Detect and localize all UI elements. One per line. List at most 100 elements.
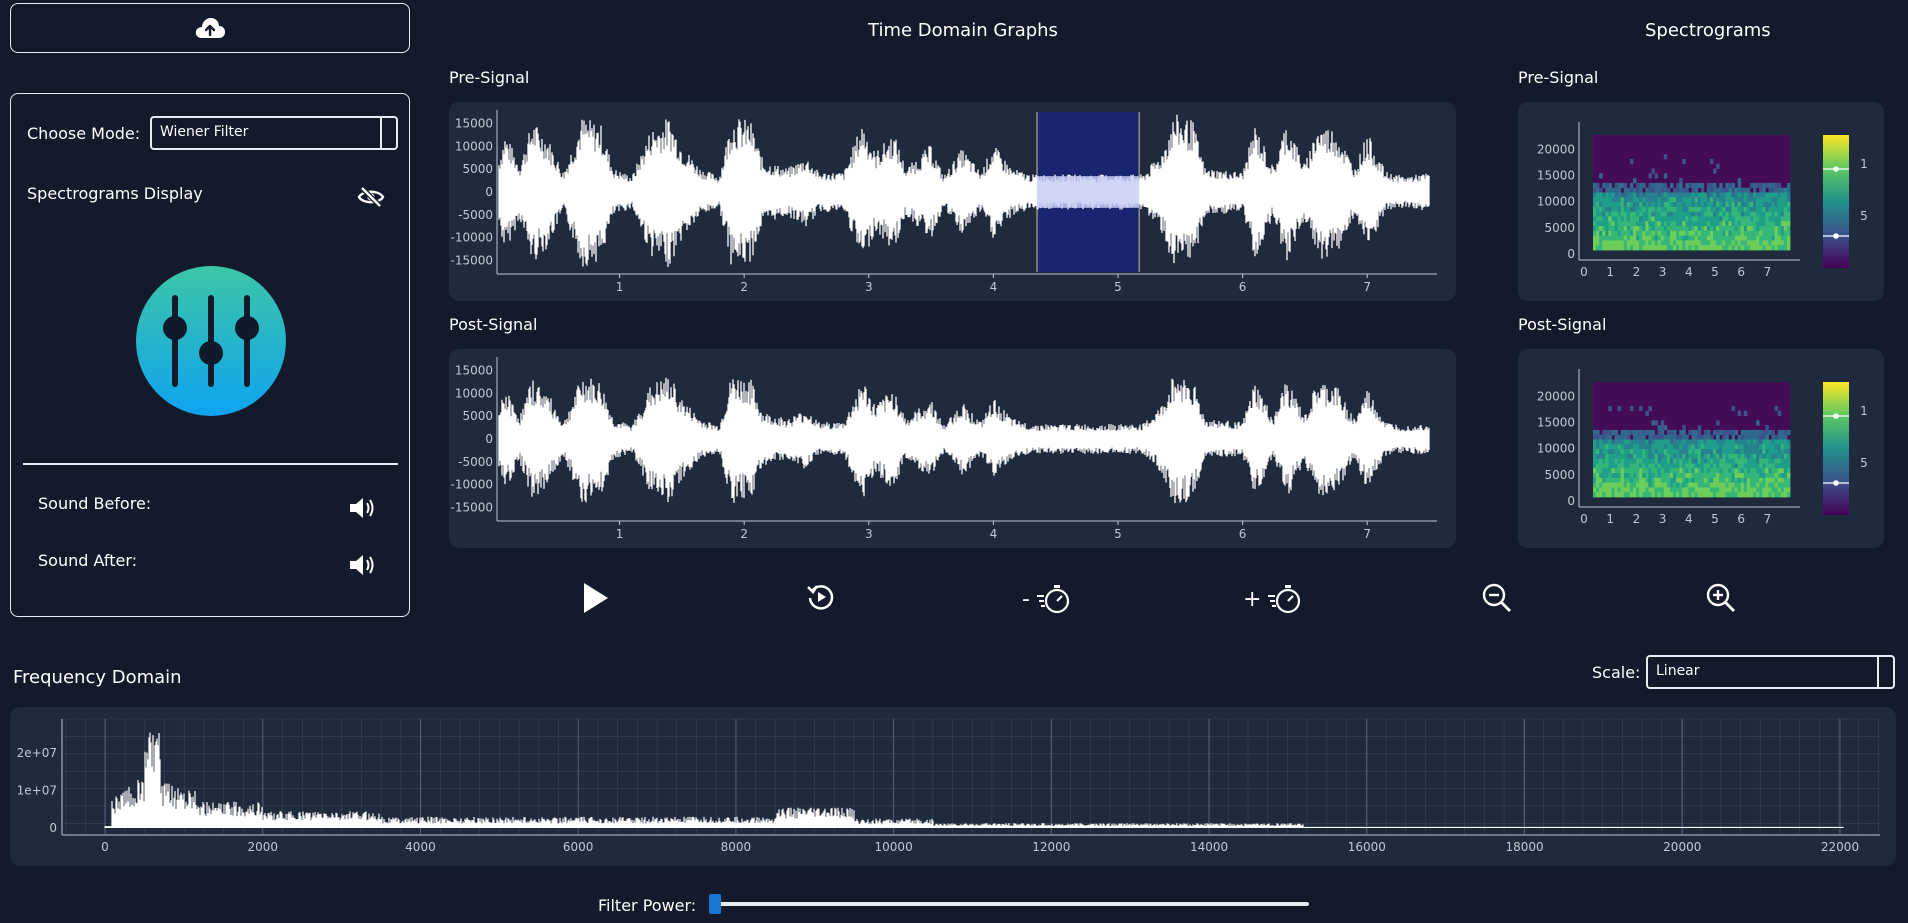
frequency-chart[interactable]: 2e+07 1e+07 0 0 2000 4000 6000 8000 10000 12000 14… <box>10 707 1896 866</box>
spectrogram-cell <box>1605 449 1609 455</box>
spectrogram-cell <box>1596 187 1600 193</box>
spectrogram-cell <box>1611 197 1615 203</box>
spectrogram-cell <box>1749 192 1754 198</box>
spectrogram-cell <box>1614 187 1619 193</box>
spectrogram-cell <box>1685 206 1689 213</box>
spectrogram-cell <box>1599 458 1603 464</box>
spectrogram-cell <box>1719 487 1723 493</box>
spectrogram-cell <box>1679 463 1683 469</box>
spectrogram-cell <box>1786 473 1791 479</box>
spectrogram-cell <box>1774 221 1779 227</box>
spectrogram-cell <box>1765 202 1769 208</box>
zoom-in-icon[interactable] <box>1705 582 1737 614</box>
spectrogram-cell <box>1602 444 1606 450</box>
spectrogram-cell <box>1602 226 1606 232</box>
upload-button[interactable] <box>10 3 410 53</box>
spectrogram-cell <box>1740 449 1745 455</box>
spectrogram-cell <box>1639 197 1643 203</box>
mode-select[interactable]: Wiener Filter <box>150 116 398 150</box>
spectrogram-cell <box>1651 197 1655 203</box>
spectrogram-cell <box>1688 182 1692 189</box>
replay-icon[interactable] <box>806 582 836 612</box>
spectrogram-cell <box>1743 492 1748 498</box>
spectrogram-cell <box>1731 453 1735 460</box>
spectrogram-cell <box>1783 487 1788 493</box>
spectrogram-cell <box>1657 473 1662 479</box>
spectrogram-cell <box>1657 425 1662 431</box>
spectrogram-cell <box>1669 468 1674 474</box>
pre-signal-chart[interactable]: 15000 10000 5000 0 -5000 -10000 -15000 1 2 3 4 5 6 7 <box>449 102 1456 301</box>
spectrogram-cell <box>1759 487 1763 493</box>
spectrogram-cell <box>1746 192 1751 198</box>
spectrogram-cell <box>1780 434 1785 440</box>
spectrogram-cell <box>1682 492 1686 498</box>
spectrogram-cell <box>1713 477 1717 484</box>
spectrogram-cell <box>1645 463 1649 469</box>
spectrogram-cell <box>1685 473 1689 479</box>
spectrogram-cell <box>1725 182 1729 189</box>
spectrogram-cell <box>1620 458 1625 464</box>
scale-select[interactable]: Linear <box>1646 655 1895 689</box>
spectrogram-cell <box>1743 221 1748 227</box>
spectrogram-cell <box>1728 473 1732 479</box>
spectrogram-cell <box>1728 182 1732 189</box>
play-icon[interactable] <box>580 580 612 616</box>
spectrogram-cell <box>1771 449 1776 455</box>
speaker-before-icon[interactable] <box>348 495 378 521</box>
spectrogram-cell <box>1746 439 1751 445</box>
speaker-after-icon[interactable] <box>348 552 378 578</box>
freq-y-tick-label: 2e+07 <box>17 746 57 760</box>
spectrogram-cell <box>1685 444 1689 450</box>
spectrogram-cell <box>1651 458 1655 464</box>
spectrogram-cell <box>1759 473 1763 479</box>
spectrogram-cell <box>1617 458 1622 464</box>
spectrogram-cell <box>1737 492 1742 498</box>
spectrogram-cell <box>1669 458 1674 464</box>
spectrogram-cell <box>1623 245 1628 251</box>
spectrogram-cell <box>1716 197 1720 203</box>
spectrogram-cell <box>1777 230 1782 237</box>
spectrogram-cell <box>1774 182 1779 189</box>
post-signal-chart[interactable]: 15000 10000 5000 0 -5000 -10000 -15000 1 2 3 4 5 6 7 <box>449 349 1456 548</box>
spectrogram-cell <box>1648 245 1652 251</box>
spectrogram-cell <box>1673 202 1677 208</box>
spectrogram-cell <box>1756 245 1760 251</box>
zoom-out-icon[interactable] <box>1481 582 1513 614</box>
filter-power-handle[interactable] <box>709 894 721 914</box>
eye-slash-icon[interactable] <box>357 185 385 209</box>
spectrogram-cell <box>1777 182 1782 189</box>
spectrogram-cell <box>1623 439 1628 445</box>
spectrogram-cell <box>1722 240 1726 246</box>
spectrogram-cell <box>1599 482 1603 488</box>
spectrogram-cell <box>1728 245 1732 251</box>
spectrogram-cell <box>1697 230 1702 237</box>
spectrogram-cell <box>1700 240 1705 246</box>
pre-spectrogram-chart[interactable]: 20000 15000 10000 5000 0 0 1 2 3 4 5 6 7 1 5 <box>1518 102 1884 301</box>
speed-up-button[interactable]: + <box>1243 584 1301 614</box>
spectrogram-cell <box>1636 206 1640 213</box>
spectrogram-cell <box>1688 221 1692 227</box>
slow-down-button[interactable]: - <box>1022 584 1070 614</box>
spectrogram-cell <box>1743 240 1748 246</box>
spectrogram-cell <box>1657 245 1662 251</box>
spectrogram-cell <box>1669 492 1674 498</box>
spectrogram-cell <box>1706 429 1711 436</box>
spectrogram-cell <box>1703 477 1708 484</box>
spectrogram-cell <box>1608 211 1612 217</box>
spectrogram-cell <box>1620 245 1625 251</box>
spectrogram-cell <box>1728 221 1732 227</box>
spectrogram-cell <box>1765 444 1769 450</box>
spectrogram-cell <box>1737 453 1742 460</box>
y-tick-label: 10000 <box>455 139 493 153</box>
spectrogram-cell <box>1679 187 1683 193</box>
filter-power-track[interactable] <box>709 902 1309 906</box>
spectrogram-cell <box>1636 182 1640 189</box>
spectrogram-cell <box>1626 458 1631 464</box>
spectrogram-cell <box>1753 187 1757 193</box>
spectrogram-cell <box>1633 221 1637 227</box>
spectrogram-cell <box>1706 192 1711 198</box>
spectrogram-cell <box>1706 221 1711 227</box>
post-spectrogram-chart[interactable]: 20000 15000 10000 5000 0 0 1 2 3 4 5 6 7 1 5 <box>1518 349 1884 548</box>
spectrogram-cell <box>1676 468 1680 474</box>
spectrogram-cell <box>1660 468 1665 474</box>
